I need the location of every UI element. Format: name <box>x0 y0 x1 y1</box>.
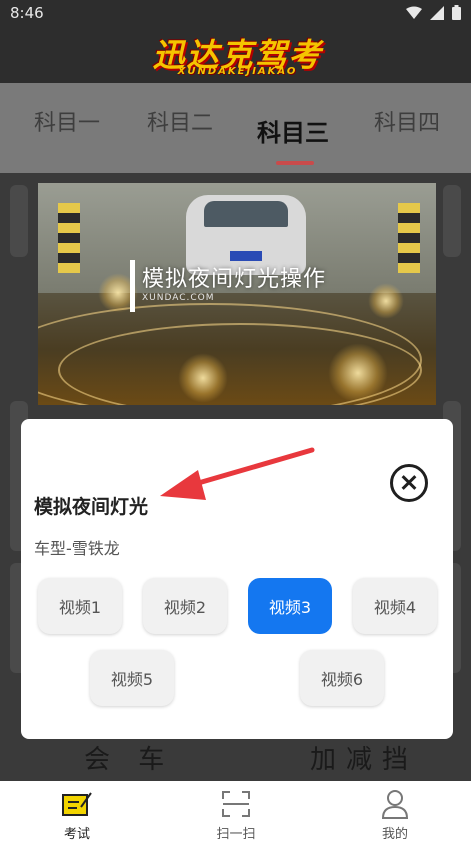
garage-pillar <box>58 203 80 273</box>
light-glow <box>368 283 404 319</box>
red-arrow-icon <box>160 447 315 500</box>
video-4-button[interactable]: 视频4 <box>353 578 437 634</box>
close-icon[interactable] <box>390 464 428 502</box>
logo-sub-text: XUNDAKEJIAKAO <box>177 66 298 77</box>
dialog-subtitle: 车型-雪铁龙 <box>34 539 120 558</box>
video-thumbnail[interactable]: 模拟夜间灯光操作 XUNDAC.COM <box>38 183 436 405</box>
video-1-button[interactable]: 视频1 <box>38 578 122 634</box>
video-5-button[interactable]: 视频5 <box>90 650 174 706</box>
signal-icon <box>430 5 444 20</box>
battery-icon <box>452 5 461 20</box>
tab-subject-one[interactable]: 科目一 <box>22 105 112 137</box>
light-glow <box>328 343 388 403</box>
car-windshield <box>204 201 288 227</box>
profile-icon <box>379 789 411 819</box>
garage-pillar <box>398 203 420 273</box>
video-title: 模拟夜间灯光操作 <box>142 267 327 292</box>
nav-profile[interactable]: 我的 <box>345 789 445 842</box>
tab-subject-three[interactable]: 科目三 <box>248 113 338 148</box>
bg-card-edge-left <box>10 185 28 257</box>
video-2-button[interactable]: 视频2 <box>143 578 227 634</box>
video-3-button[interactable]: 视频3 <box>248 578 332 634</box>
bg-label-gear: 加减挡 <box>310 745 419 775</box>
tab-subject-two[interactable]: 科目二 <box>135 105 225 137</box>
nav-exam[interactable]: 考试 <box>27 789 127 842</box>
bg-card-edge-right <box>443 185 461 257</box>
app-header: 迅达克驾考 XUNDAKEJIAKAO <box>0 28 471 83</box>
video-6-button[interactable]: 视频6 <box>300 650 384 706</box>
light-glow <box>178 353 228 403</box>
bg-label-meeting: 会 车 <box>84 745 175 775</box>
active-tab-indicator <box>276 161 314 165</box>
nav-exam-label: 考试 <box>63 827 90 842</box>
status-icons <box>406 5 461 20</box>
scan-icon <box>220 789 252 819</box>
app-logo: 迅达克驾考 XUNDAKEJIAKAO <box>135 30 340 80</box>
dialog-title: 模拟夜间灯光 <box>34 496 149 518</box>
bottom-navigation: 考试 扫一扫 我的 <box>0 781 471 843</box>
nav-scan[interactable]: 扫一扫 <box>186 789 286 842</box>
tab-subject-four[interactable]: 科目四 <box>362 105 452 137</box>
video-site: XUNDAC.COM <box>142 293 215 303</box>
wifi-icon <box>406 6 422 19</box>
nav-profile-label: 我的 <box>381 827 408 842</box>
status-bar: 8:46 <box>0 0 471 28</box>
nav-scan-label: 扫一扫 <box>216 827 256 842</box>
exam-icon <box>61 789 93 819</box>
status-time: 8:46 <box>10 4 44 22</box>
car-plate <box>230 251 262 261</box>
video-title-bar <box>130 260 135 312</box>
subject-tabs: 科目一 科目二 科目三 科目四 <box>0 83 471 173</box>
